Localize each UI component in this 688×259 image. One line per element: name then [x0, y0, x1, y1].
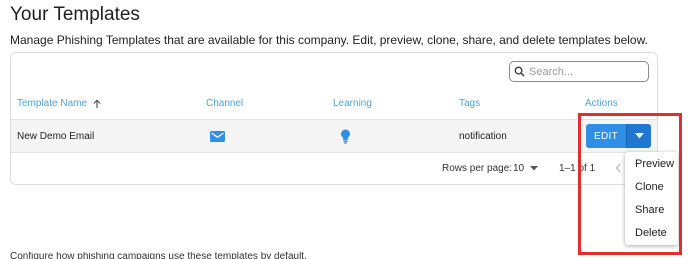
column-header-template-name[interactable]: Template Name	[17, 98, 102, 109]
templates-card: Template Name Channel Learning Tags Acti…	[10, 52, 658, 185]
search-input[interactable]	[529, 65, 639, 78]
template-name: New Demo Email	[17, 130, 95, 142]
rows-per-page-value: 10	[513, 163, 525, 174]
highlight-box	[578, 113, 682, 255]
search-icon	[514, 66, 525, 77]
table-row: New Demo Email notification EDIT	[11, 119, 657, 153]
lightbulb-icon	[341, 129, 350, 144]
channel-cell	[210, 120, 225, 152]
column-header-learning: Learning	[333, 98, 372, 109]
arrow-up-icon[interactable]	[92, 98, 102, 109]
column-header-actions: Actions	[585, 98, 618, 109]
column-header-label: Template Name	[17, 98, 88, 109]
column-header-channel: Channel	[206, 98, 244, 109]
tags-cell: notification	[459, 130, 507, 142]
email-icon	[210, 130, 225, 142]
page-description: Manage Phishing Templates that are avail…	[10, 33, 648, 47]
learning-cell	[340, 120, 351, 152]
column-header-tags: Tags	[459, 98, 481, 109]
rows-per-page-label: Rows per page:	[442, 163, 513, 174]
caret-down-icon	[530, 166, 539, 171]
bottom-text: Configure how phishing campaigns use the…	[10, 252, 307, 259]
rows-per-page-select[interactable]: 10	[513, 163, 539, 174]
search-box[interactable]	[509, 61, 649, 82]
page-title: Your Templates	[10, 4, 140, 25]
